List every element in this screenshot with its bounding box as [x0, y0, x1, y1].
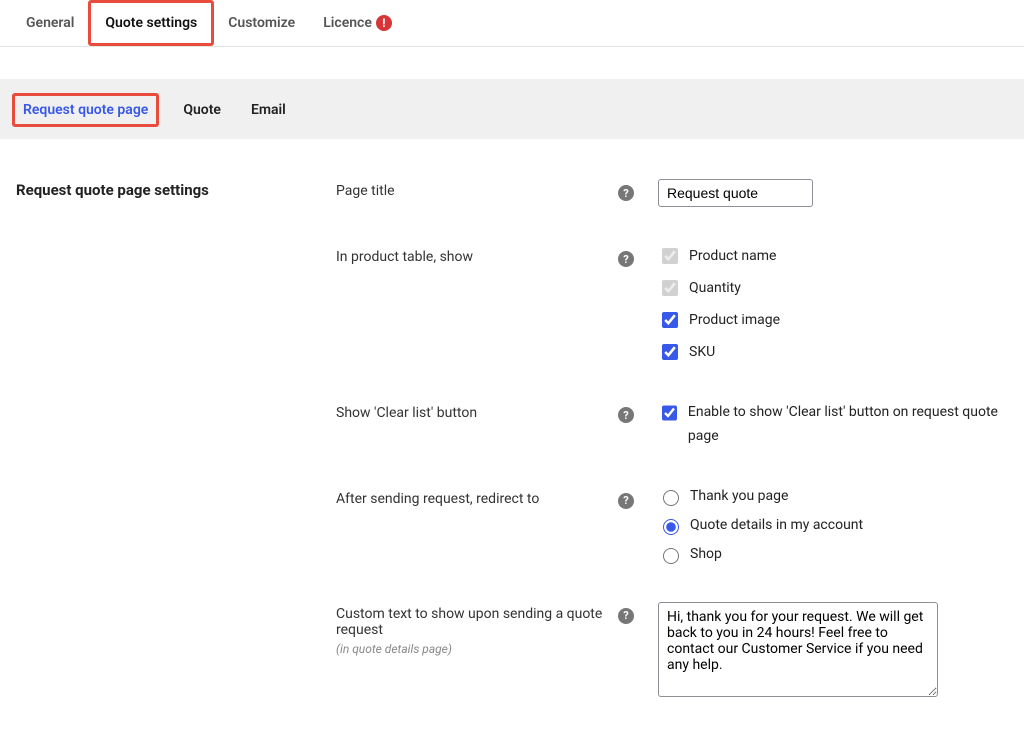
tab-customize[interactable]: Customize [214, 3, 309, 43]
note-custom-text: (in quote details page) [336, 642, 618, 656]
row-clear-list: Show 'Clear list' button ? Enable to sho… [336, 401, 1008, 449]
checkbox-label-quantity: Quantity [689, 280, 741, 296]
help-icon[interactable]: ? [618, 251, 634, 267]
help-icon[interactable]: ? [618, 407, 634, 423]
tab-quote-settings[interactable]: Quote settings [88, 0, 214, 46]
row-product-table: In product table, show ? Product name Qu… [336, 245, 1008, 363]
radio-thank-you[interactable] [663, 490, 679, 506]
row-redirect: After sending request, redirect to ? Tha… [336, 487, 1008, 564]
label-redirect: After sending request, redirect to [336, 491, 539, 507]
label-product-table: In product table, show [336, 249, 473, 265]
page-title-input[interactable] [658, 179, 813, 207]
radio-label-thank-you: Thank you page [690, 488, 788, 504]
settings-content: Request quote page settings Page title ?… [0, 139, 1024, 735]
label-custom-text: Custom text to show upon sending a quote… [336, 606, 602, 638]
label-page-title: Page title [336, 183, 395, 199]
row-page-title: Page title ? [336, 179, 1008, 207]
section-title: Request quote page settings [16, 179, 306, 711]
checkbox-product-image[interactable] [662, 312, 678, 328]
alert-icon: ! [376, 15, 392, 31]
custom-text-textarea[interactable] [658, 602, 938, 697]
checkbox-label-clear-list: Enable to show 'Clear list' button on re… [688, 401, 1008, 449]
row-custom-text: Custom text to show upon sending a quote… [336, 602, 1008, 701]
checkbox-sku[interactable] [662, 344, 678, 360]
radio-shop[interactable] [663, 548, 679, 564]
tab-general[interactable]: General [12, 3, 88, 43]
subtab-quote[interactable]: Quote [177, 98, 227, 122]
checkbox-label-product-name: Product name [689, 248, 776, 264]
checkbox-quantity[interactable] [662, 280, 678, 296]
help-icon[interactable]: ? [618, 493, 634, 509]
subtab-request-quote-page[interactable]: Request quote page [12, 93, 159, 127]
checkbox-product-name[interactable] [662, 248, 678, 264]
radio-label-quote-details: Quote details in my account [690, 517, 863, 533]
help-icon[interactable]: ? [618, 185, 634, 201]
tab-licence[interactable]: Licence ! [309, 3, 406, 43]
top-tabs: General Quote settings Customize Licence… [0, 0, 1024, 47]
radio-label-shop: Shop [690, 546, 722, 562]
subtab-email[interactable]: Email [245, 98, 292, 122]
help-icon[interactable]: ? [618, 608, 634, 624]
label-clear-list: Show 'Clear list' button [336, 405, 477, 421]
radio-quote-details[interactable] [663, 519, 679, 535]
checkbox-label-product-image: Product image [689, 312, 780, 328]
sub-tabs: Request quote page Quote Email [0, 79, 1024, 139]
checkbox-clear-list[interactable] [662, 405, 677, 421]
checkbox-label-sku: SKU [689, 344, 715, 360]
tab-licence-label: Licence [323, 15, 372, 31]
form-area: Page title ? In product table, show ? Pr… [336, 179, 1008, 711]
